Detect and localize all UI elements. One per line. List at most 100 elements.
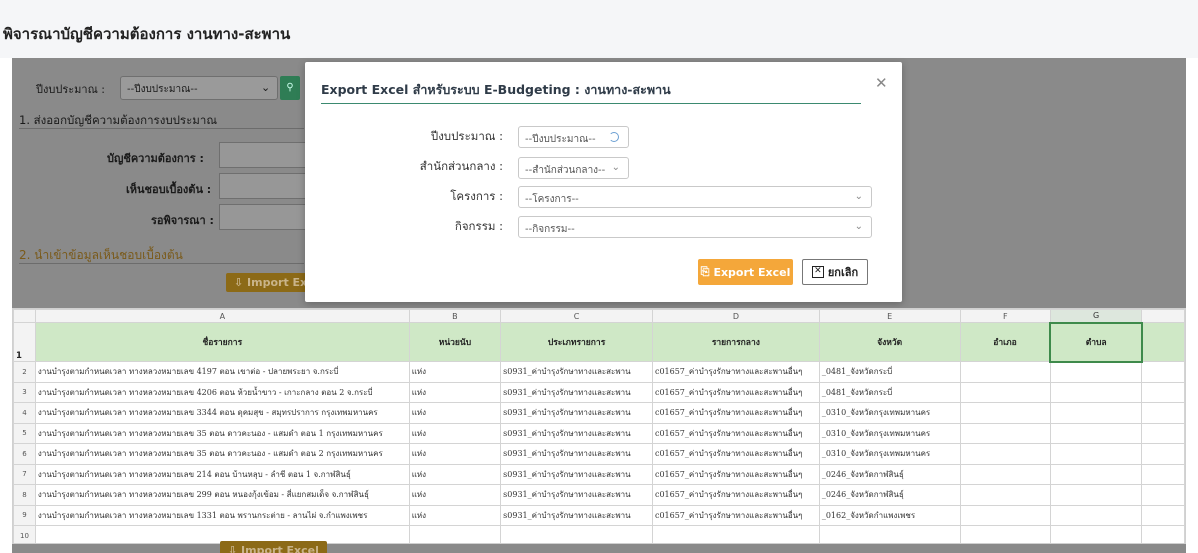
table-cell[interactable] <box>1049 443 1143 465</box>
table-cell[interactable]: c01657_ค่าบำรุงรักษาทางและสะพานอื่นๆ <box>651 484 820 506</box>
table-cell[interactable] <box>1049 381 1143 403</box>
header-cell[interactable]: หน่วยนับ <box>408 322 502 362</box>
table-cell[interactable]: แห่ง <box>408 484 502 506</box>
table-cell[interactable]: งานบำรุงตามกำหนดเวลา ทางหลวงหมายเลข 1331… <box>34 504 410 526</box>
table-cell[interactable]: แห่ง <box>408 422 502 444</box>
header-cell[interactable]: รายการกลาง <box>651 322 820 362</box>
row-number[interactable]: 4 <box>13 402 36 424</box>
column-header[interactable]: C <box>500 309 653 323</box>
table-cell[interactable] <box>959 525 1051 543</box>
column-header[interactable]: D <box>651 309 820 323</box>
table-cell[interactable]: _0246_จังหวัดกาฬสินธุ์ <box>818 484 961 506</box>
budget-year-select[interactable]: --ปีงบประมาณ-- <box>518 126 629 148</box>
close-box-icon: ✕ <box>811 266 824 278</box>
table-cell[interactable]: แห่ง <box>408 504 502 526</box>
table-cell[interactable] <box>959 504 1051 526</box>
cancel-button[interactable]: ✕ ยกเลิก <box>802 259 868 285</box>
table-cell[interactable] <box>500 525 653 543</box>
table-cell[interactable] <box>959 443 1051 465</box>
header-cell-selected[interactable]: ตำบล <box>1049 321 1143 363</box>
table-cell[interactable]: c01657_ค่าบำรุงรักษาทางและสะพานอื่นๆ <box>651 504 820 526</box>
activity-select[interactable]: --กิจกรรม-- ⌄ <box>518 216 872 238</box>
export-excel-button[interactable]: ⎘ Export Excel <box>698 259 793 285</box>
column-header[interactable]: B <box>408 309 502 323</box>
table-cell[interactable] <box>818 525 961 543</box>
table-cell[interactable]: _0310_จังหวัดกรุงเทพมหานคร <box>818 402 961 424</box>
table-cell[interactable]: c01657_ค่าบำรุงรักษาทางและสะพานอื่นๆ <box>651 381 820 403</box>
project-label: โครงการ : <box>450 189 503 203</box>
column-header[interactable]: A <box>34 309 410 323</box>
table-cell[interactable]: แห่ง <box>408 402 502 424</box>
table-cell[interactable]: งานบำรุงตามกำหนดเวลา ทางหลวงหมายเลข 4197… <box>34 361 410 383</box>
table-cell[interactable]: c01657_ค่าบำรุงรักษาทางและสะพานอื่นๆ <box>651 361 820 383</box>
table-cell[interactable] <box>959 381 1051 403</box>
table-cell[interactable] <box>959 422 1051 444</box>
table-cell[interactable]: งานบำรุงตามกำหนดเวลา ทางหลวงหมายเลข 299 … <box>34 484 410 506</box>
column-header[interactable]: F <box>959 309 1051 323</box>
row-number[interactable]: 9 <box>13 504 36 526</box>
table-cell[interactable]: _0246_จังหวัดกาฬสินธุ์ <box>818 463 961 485</box>
table-cell[interactable]: s0931_ค่าบำรุงรักษาทางและสะพาน <box>500 504 653 526</box>
row-number[interactable]: 7 <box>13 463 36 485</box>
project-select[interactable]: --โครงการ-- ⌄ <box>518 186 872 208</box>
table-cell[interactable]: แห่ง <box>408 443 502 465</box>
table-cell[interactable] <box>1049 484 1143 506</box>
header-cell[interactable]: อำเภอ <box>959 322 1051 362</box>
table-row: 8 งานบำรุงตามกำหนดเวลา ทางหลวงหมายเลข 299… <box>13 484 1185 506</box>
table-cell[interactable]: งานบำรุงตามกำหนดเวลา ทางหลวงหมายเลข 214 … <box>34 463 410 485</box>
chevron-down-icon: ⌄ <box>261 81 271 94</box>
table-cell[interactable]: งานบำรุงตามกำหนดเวลา ทางหลวงหมายเลข 35 ต… <box>34 443 410 465</box>
table-cell[interactable]: c01657_ค่าบำรุงรักษาทางและสะพานอื่นๆ <box>651 463 820 485</box>
header-cell[interactable]: ชื่อรายการ <box>34 322 410 362</box>
table-cell[interactable]: s0931_ค่าบำรุงรักษาทางและสะพาน <box>500 463 653 485</box>
table-cell[interactable] <box>1049 422 1143 444</box>
table-cell[interactable]: c01657_ค่าบำรุงรักษาทางและสะพานอื่นๆ <box>651 402 820 424</box>
table-cell[interactable]: งานบำรุงตามกำหนดเวลา ทางหลวงหมายเลข 35 ต… <box>34 422 410 444</box>
table-cell[interactable]: c01657_ค่าบำรุงรักษาทางและสะพานอื่นๆ <box>651 443 820 465</box>
row-number[interactable]: 6 <box>13 443 36 465</box>
table-cell[interactable] <box>651 525 820 543</box>
table-cell[interactable]: งานบำรุงตามกำหนดเวลา ทางหลวงหมายเลข 4206… <box>34 381 410 403</box>
table-cell[interactable] <box>1049 525 1143 543</box>
table-cell[interactable]: _0310_จังหวัดกรุงเทพมหานคร <box>818 443 961 465</box>
table-cell[interactable]: _0481_จังหวัดกระบี่ <box>818 361 961 383</box>
table-cell[interactable] <box>1049 361 1143 383</box>
table-cell[interactable]: s0931_ค่าบำรุงรักษาทางและสะพาน <box>500 443 653 465</box>
table-cell[interactable] <box>959 463 1051 485</box>
table-cell[interactable]: แห่ง <box>408 361 502 383</box>
table-cell[interactable] <box>959 402 1051 424</box>
modal-title: Export Excel สำหรับระบบ E-Budgeting : งา… <box>321 82 671 97</box>
table-cell[interactable]: _0310_จังหวัดกรุงเทพมหานคร <box>818 422 961 444</box>
table-cell[interactable]: s0931_ค่าบำรุงรักษาทางและสะพาน <box>500 422 653 444</box>
table-cell[interactable]: งานบำรุงตามกำหนดเวลา ทางหลวงหมายเลข 3344… <box>34 402 410 424</box>
table-cell[interactable] <box>1049 504 1143 526</box>
close-icon[interactable]: ✕ <box>875 74 888 92</box>
table-row: 10 <box>13 525 1185 543</box>
row-number[interactable]: 8 <box>13 484 36 506</box>
table-cell[interactable]: แห่ง <box>408 381 502 403</box>
table-cell[interactable] <box>408 525 502 543</box>
table-cell[interactable]: s0931_ค่าบำรุงรักษาทางและสะพาน <box>500 381 653 403</box>
table-cell[interactable]: _0162_จังหวัดกำแพงเพชร <box>818 504 961 526</box>
row-number[interactable]: 10 <box>13 525 36 543</box>
table-cell[interactable]: s0931_ค่าบำรุงรักษาทางและสะพาน <box>500 484 653 506</box>
table-cell[interactable]: s0931_ค่าบำรุงรักษาทางและสะพาน <box>500 361 653 383</box>
table-cell[interactable]: s0931_ค่าบำรุงรักษาทางและสะพาน <box>500 402 653 424</box>
central-office-select[interactable]: --สำนักส่วนกลาง-- ⌄ <box>518 157 629 179</box>
table-cell[interactable]: c01657_ค่าบำรุงรักษาทางและสะพานอื่นๆ <box>651 422 820 444</box>
table-cell[interactable] <box>1049 402 1143 424</box>
table-cell[interactable]: แห่ง <box>408 463 502 485</box>
header-cell[interactable]: จังหวัด <box>818 322 961 362</box>
row-number[interactable]: 3 <box>13 381 36 403</box>
table-cell[interactable] <box>959 361 1051 383</box>
table-cell[interactable] <box>1049 463 1143 485</box>
corner-cell[interactable] <box>13 309 36 323</box>
row-number[interactable]: 5 <box>13 422 36 444</box>
header-cell[interactable]: ประเภทรายการ <box>500 322 653 362</box>
row-number[interactable]: 2 <box>13 361 36 383</box>
row-number[interactable]: 1 <box>13 322 36 362</box>
table-cell[interactable]: _0481_จังหวัดกระบี่ <box>818 381 961 403</box>
column-header-selected[interactable]: G <box>1049 309 1143 323</box>
column-header[interactable]: E <box>818 309 961 323</box>
table-cell[interactable] <box>959 484 1051 506</box>
